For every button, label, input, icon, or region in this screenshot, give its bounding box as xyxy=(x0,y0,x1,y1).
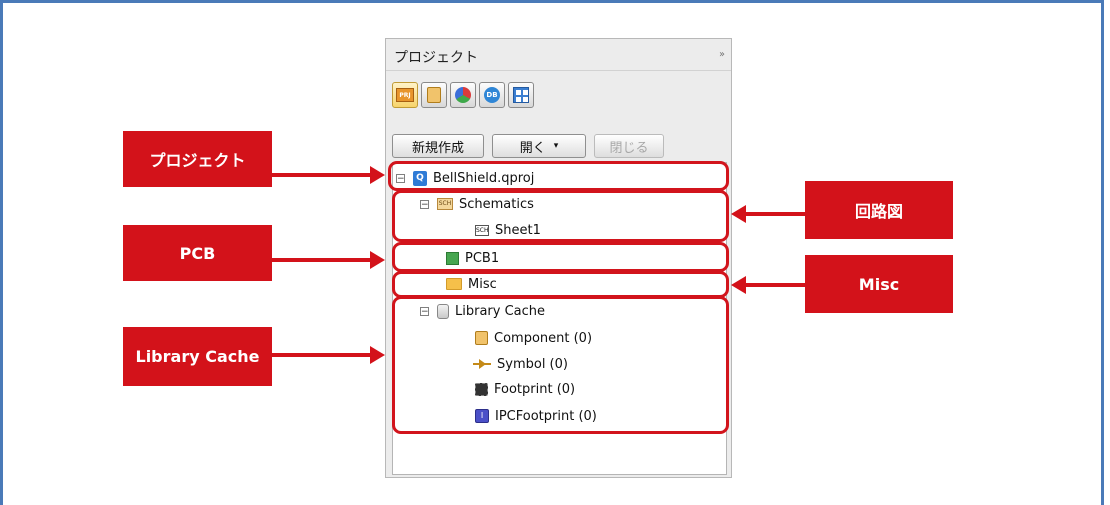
panel-header: プロジェクト ›› xyxy=(386,39,731,71)
arrow-right-icon xyxy=(272,166,385,184)
panel-title: プロジェクト xyxy=(394,50,478,66)
tab-grid[interactable] xyxy=(508,82,534,108)
arrow-left-icon xyxy=(731,205,805,223)
panel-buttons: 新規作成 開く ▾ 閉じる xyxy=(392,134,664,158)
callout-library-cache: Library Cache xyxy=(123,327,272,386)
tab-layers[interactable] xyxy=(450,82,476,108)
arrow-left-icon xyxy=(731,276,805,294)
open-button-label: 開く xyxy=(519,140,546,156)
arrow-right-icon xyxy=(272,251,385,269)
grid-icon xyxy=(513,87,529,103)
panel-icon-tabs: PRJ DB xyxy=(392,82,534,108)
layers-icon xyxy=(455,87,471,103)
new-project-button[interactable]: 新規作成 xyxy=(392,134,484,158)
tab-component[interactable] xyxy=(421,82,447,108)
highlight-misc xyxy=(392,271,729,298)
component-icon xyxy=(427,87,441,103)
database-icon: DB xyxy=(484,87,500,103)
arrow-right-icon xyxy=(272,346,385,364)
tab-database[interactable]: DB xyxy=(479,82,505,108)
callout-pcb: PCB xyxy=(123,225,272,281)
panel-collapse-icon[interactable]: ›› xyxy=(719,49,725,60)
highlight-pcb xyxy=(392,242,729,272)
chevron-down-icon: ▾ xyxy=(553,141,559,151)
callout-misc: Misc xyxy=(805,255,953,313)
highlight-project xyxy=(388,161,729,191)
project-icon: PRJ xyxy=(396,88,414,102)
open-button[interactable]: 開く ▾ xyxy=(492,134,586,158)
callout-schematic: 回路図 xyxy=(805,181,953,239)
highlight-library-cache xyxy=(392,296,729,434)
tab-project[interactable]: PRJ xyxy=(392,82,418,108)
callout-project: プロジェクト xyxy=(123,131,272,187)
highlight-schematics xyxy=(392,190,729,242)
close-button[interactable]: 閉じる xyxy=(594,134,664,158)
